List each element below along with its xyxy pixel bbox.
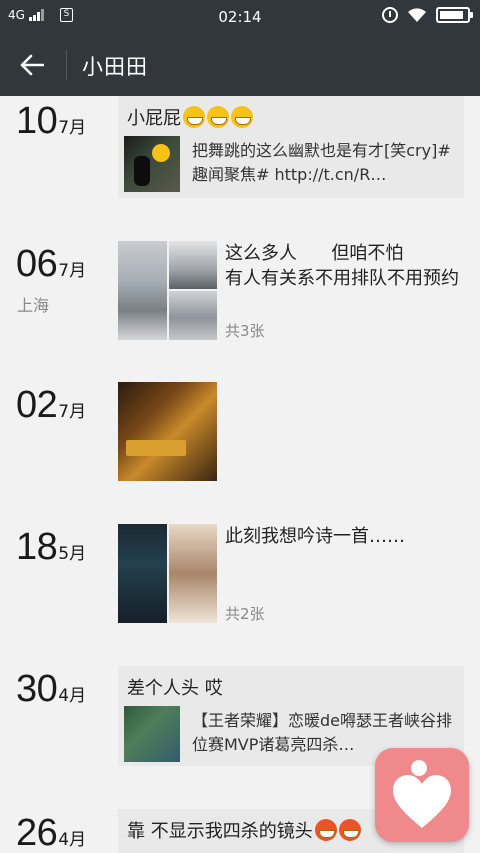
post-text: 此刻我想吟诗一首…… [225,526,405,547]
share-text: 小屁屁 [127,104,253,130]
share-text: 差个人头 哎 [127,678,223,699]
post-location: 上海 [17,296,50,315]
link-thumbnail [124,136,180,192]
post-date: 107月 [16,100,86,143]
battery-icon [436,7,473,23]
post-day: 10 [16,100,58,142]
photo-thumbnail[interactable] [118,524,167,623]
grinning-face-icon [231,106,253,128]
post-date: 067月 [16,243,86,286]
post-day: 18 [16,526,58,568]
post-month: 5月 [58,544,87,564]
post-month: 4月 [58,830,87,850]
post-date: 027月 [16,384,86,427]
post-month: 7月 [58,261,87,281]
heart-app-button[interactable] [375,748,469,842]
grinning-face-icon [207,106,229,128]
angry-face-icon [314,819,337,841]
post-day: 02 [16,384,58,426]
status-right [382,7,473,23]
app-header: 小田田 [0,34,480,96]
link-text: 把舞跳的这么幽默也是有才[笑cry]#趣闻聚焦# http://t.cn/R… [192,141,451,184]
share-card[interactable]: 小屁屁 把舞跳的这么幽默也是有才[笑cry]#趣闻聚焦# http://t.cn… [118,96,464,198]
alarm-icon [382,7,398,23]
link-thumbnail [124,706,180,762]
post-date: 185月 [16,526,86,569]
photo-thumbnail[interactable] [169,241,217,289]
share-text: 靠 不显示我四杀的镜头 [127,817,361,843]
angry-face-icon [338,819,361,841]
photo-count: 共3张 [225,322,265,340]
post-day: 30 [16,668,58,710]
photo-thumbnail[interactable] [118,241,167,340]
photo-thumbnail[interactable] [118,382,217,481]
album-feed[interactable]: 107月 小屁屁 把舞跳的这么幽默也是有才[笑cry]#趣闻聚焦# http:/… [0,96,480,853]
grinning-face-icon [183,106,205,128]
post-month: 7月 [58,118,87,138]
shared-link[interactable]: 把舞跳的这么幽默也是有才[笑cry]#趣闻聚焦# http://t.cn/R… [124,136,460,194]
status-bar: 4G S 02:14 [0,0,480,34]
post-month: 4月 [58,686,87,706]
post-month: 7月 [58,402,87,422]
back-button[interactable] [12,47,52,83]
page-title: 小田田 [82,55,148,79]
post-day: 26 [16,812,58,853]
heart-app-icon [393,760,451,828]
post-day: 06 [16,243,58,285]
photo-count: 共2张 [225,605,265,623]
post-date: 264月 [16,812,86,853]
post-text: 这么多人 但咱不怕 有人有关系不用排队不用预约 [225,243,459,289]
arrow-left-icon [20,54,44,76]
wifi-icon [408,8,426,22]
photo-thumbnail[interactable] [169,524,217,623]
post-date: 304月 [16,668,86,711]
header-divider [66,50,67,80]
photo-thumbnail[interactable] [169,291,217,340]
